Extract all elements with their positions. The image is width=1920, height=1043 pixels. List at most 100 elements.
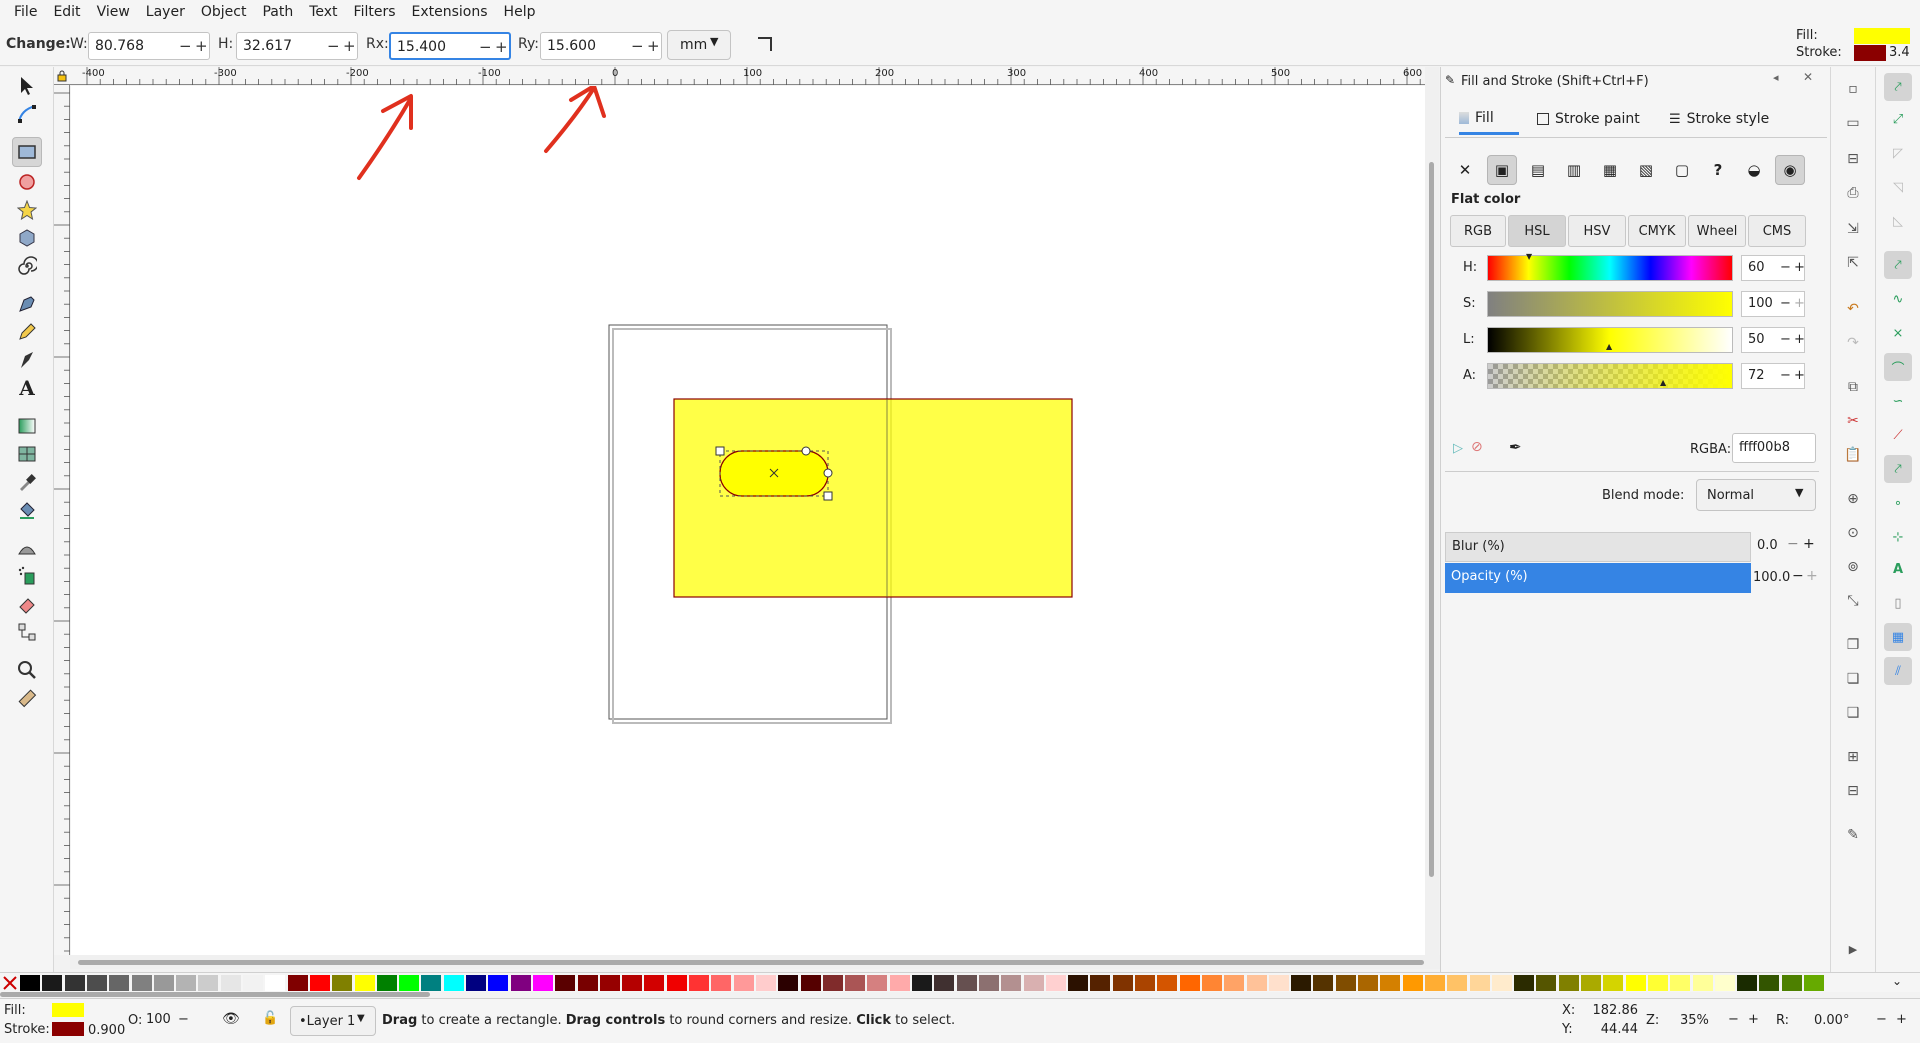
snap-bbox-icon[interactable]: ⤢	[1884, 105, 1912, 133]
open-document-icon[interactable]: ▭	[1843, 113, 1863, 133]
paint-bucket-tool-icon[interactable]	[12, 495, 42, 525]
ry-increment[interactable]: +	[647, 37, 660, 55]
palette-swatch[interactable]	[622, 975, 643, 991]
gradient-tool-icon[interactable]	[12, 411, 42, 441]
zoom-selection-icon[interactable]: ⊕	[1843, 489, 1863, 509]
snap-intersection-icon[interactable]: ⨯	[1884, 319, 1912, 347]
palette-swatch[interactable]	[443, 975, 464, 991]
export-icon[interactable]: ⇱	[1843, 253, 1863, 273]
group-icon[interactable]: ⊞	[1843, 747, 1863, 767]
palette-swatch[interactable]	[778, 975, 799, 991]
color-picker-icon[interactable]: ✒	[1509, 438, 1522, 456]
paste-icon[interactable]: 📋	[1843, 445, 1863, 465]
palette-swatch[interactable]	[332, 975, 353, 991]
connector-tool-icon[interactable]	[12, 617, 42, 647]
blur-value[interactable]: 0.0	[1757, 538, 1778, 553]
xml-editor-icon[interactable]: ✎	[1843, 825, 1863, 845]
more-commands-icon[interactable]: ▶	[1843, 939, 1863, 959]
linear-gradient-button[interactable]: ▤	[1523, 155, 1553, 185]
menu-layer[interactable]: Layer	[138, 0, 193, 24]
ry-handle[interactable]	[823, 468, 833, 478]
width-decrement[interactable]: −	[179, 37, 192, 55]
zoom-page-icon[interactable]: ⊚	[1843, 557, 1863, 577]
opacity-status-decrement[interactable]: −	[178, 1012, 189, 1027]
spray-tool-icon[interactable]	[12, 561, 42, 591]
zoom-increment[interactable]: +	[1748, 1012, 1759, 1027]
mesh-tool-icon[interactable]	[12, 439, 42, 469]
palette-swatch[interactable]	[867, 975, 888, 991]
palette-swatch[interactable]	[934, 975, 955, 991]
layer-select[interactable]: •Layer 1 ▼	[290, 1006, 376, 1036]
rotation-decrement[interactable]: −	[1876, 1012, 1887, 1027]
palette-swatch[interactable]	[1268, 975, 1289, 991]
menu-extensions[interactable]: Extensions	[404, 0, 496, 24]
swatch-button[interactable]: ▢	[1667, 155, 1697, 185]
menu-text[interactable]: Text	[301, 0, 345, 24]
palette-swatch[interactable]	[1090, 975, 1111, 991]
palette-swatch[interactable]	[488, 975, 509, 991]
snap-smooth-icon[interactable]: ∽	[1884, 387, 1912, 415]
no-color-swatch[interactable]	[2, 975, 18, 991]
text-tool-icon[interactable]: A	[12, 373, 42, 403]
mode-cms[interactable]: CMS	[1748, 215, 1806, 247]
palette-swatch[interactable]	[956, 975, 977, 991]
palette-swatch[interactable]	[733, 975, 754, 991]
snap-path-icon[interactable]: ∿	[1884, 285, 1912, 313]
drawing-canvas[interactable]	[71, 86, 1425, 955]
cut-icon[interactable]: ✂	[1843, 411, 1863, 431]
zoom-tool-icon[interactable]	[12, 655, 42, 685]
palette-swatch[interactable]	[912, 975, 932, 991]
palette-swatch[interactable]	[198, 975, 219, 991]
snap-bbox-corner-icon[interactable]: ◹	[1884, 173, 1912, 201]
snap-others-icon[interactable]: ⤤	[1884, 455, 1912, 483]
palette-swatch[interactable]	[1358, 975, 1378, 991]
palette-swatch[interactable]	[1536, 975, 1557, 991]
height-increment[interactable]: +	[343, 37, 356, 55]
width-increment[interactable]: +	[195, 37, 208, 55]
tab-stroke-paint[interactable]: Stroke paint	[1537, 103, 1649, 135]
palette-swatch[interactable]	[153, 975, 174, 991]
tweak-tool-icon[interactable]	[12, 533, 42, 563]
palette-swatch[interactable]	[1737, 975, 1758, 991]
lightness-spinbox[interactable]: 50 − +	[1741, 327, 1805, 353]
palette-swatch[interactable]	[510, 975, 531, 991]
horizontal-ruler[interactable]: -400 -300 -200 -100 0 100 200 300 400 50…	[70, 67, 1425, 85]
flat-color-button[interactable]: ▣	[1487, 155, 1517, 185]
palette-swatch[interactable]	[978, 975, 999, 991]
ungroup-icon[interactable]: ⊟	[1843, 781, 1863, 801]
unset-paint-button[interactable]: ?	[1703, 155, 1733, 185]
palette-swatch[interactable]	[421, 975, 442, 991]
palette-swatch[interactable]	[1714, 975, 1735, 991]
pattern-button[interactable]: ▧	[1631, 155, 1661, 185]
palette-swatch[interactable]	[1514, 975, 1535, 991]
opacity-spinbox[interactable]: 100 −	[144, 1007, 194, 1033]
zoom-drawing-icon[interactable]: ⊙	[1843, 523, 1863, 543]
new-document-icon[interactable]: ▫	[1843, 79, 1863, 99]
mode-hsv[interactable]: HSV	[1568, 215, 1626, 247]
palette-swatch[interactable]	[376, 975, 397, 991]
lightness-slider[interactable]: ▲	[1487, 327, 1733, 353]
menu-filters[interactable]: Filters	[346, 0, 404, 24]
rgba-input[interactable]: ffff00b8	[1732, 433, 1816, 463]
palette-swatch[interactable]	[1380, 975, 1401, 991]
save-icon[interactable]: ⊟	[1843, 149, 1863, 169]
lightness-increment[interactable]: +	[1794, 332, 1805, 347]
opacity-slider[interactable]: Opacity (%)	[1445, 563, 1751, 593]
palette-swatch[interactable]	[755, 975, 776, 991]
blend-mode-select[interactable]: Normal ▼	[1696, 479, 1816, 511]
palette-swatch[interactable]	[1670, 975, 1691, 991]
hue-spinbox[interactable]: 60 − +	[1741, 255, 1805, 281]
calligraphy-tool-icon[interactable]	[12, 345, 42, 375]
palette-swatch[interactable]	[532, 975, 553, 991]
palette-swatch[interactable]	[1179, 975, 1200, 991]
star-tool-icon[interactable]	[12, 195, 42, 225]
opacity-decrement[interactable]: −	[1792, 568, 1804, 584]
vertical-ruler[interactable]	[54, 85, 70, 955]
palette-menu-icon[interactable]: ⌄	[1892, 974, 1902, 988]
palette-swatch[interactable]	[1291, 975, 1312, 991]
lightness-decrement[interactable]: −	[1780, 332, 1791, 347]
palette-swatch[interactable]	[1581, 975, 1601, 991]
palette-swatch[interactable]	[1201, 975, 1222, 991]
corner-handle[interactable]	[823, 491, 833, 501]
palette-swatch[interactable]	[1023, 975, 1044, 991]
